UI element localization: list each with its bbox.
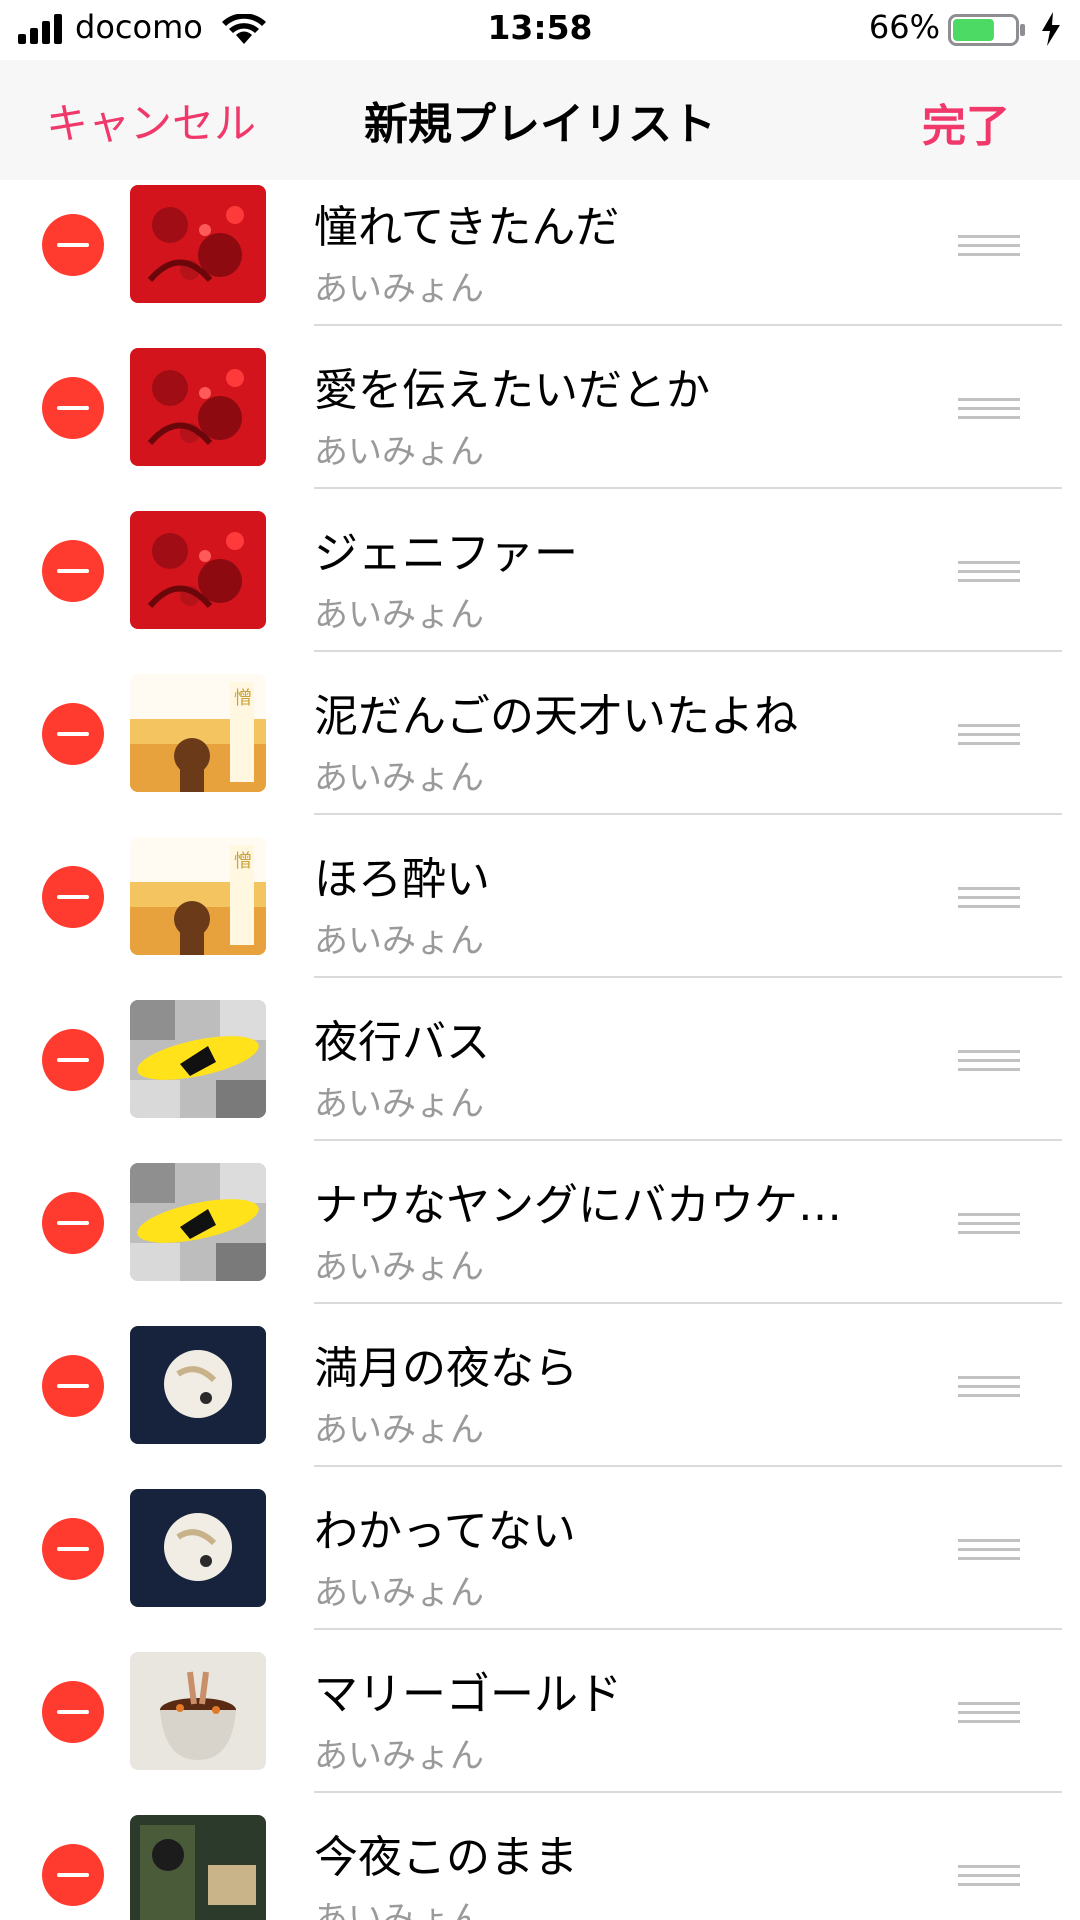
album-art-red-cover (130, 185, 266, 303)
reorder-handle-icon[interactable] (958, 398, 1020, 420)
song-title: 満月の夜なら (314, 1343, 578, 1394)
artist-name: あいみょん (314, 758, 484, 798)
song-title: わかってない (314, 1506, 576, 1557)
reorder-handle-icon[interactable] (958, 887, 1020, 909)
artist-name: あいみょん (314, 1410, 484, 1450)
delete-button[interactable] (42, 702, 104, 765)
song-title: ほろ酔い (314, 854, 490, 905)
album-art-red-cover (130, 511, 266, 629)
delete-button[interactable] (42, 376, 104, 439)
album-art-sunset-cover: 憎 (130, 674, 266, 792)
page-title: 新規プレイリスト (364, 99, 716, 150)
delete-button[interactable] (42, 539, 104, 602)
artist-name: あいみょん (314, 1247, 484, 1287)
list-item[interactable]: マリーゴールド あいみょん (0, 1630, 1080, 1793)
reorder-handle-icon[interactable] (958, 724, 1020, 746)
album-art-pot-cover (130, 1652, 266, 1770)
album-art-yellow-collage-cover (130, 1163, 266, 1281)
artist-name: あいみょん (314, 1899, 484, 1920)
delete-button[interactable] (42, 213, 104, 276)
delete-button[interactable] (42, 1843, 104, 1906)
song-title: ナウなヤングにバカウケ… (314, 1180, 842, 1231)
reorder-handle-icon[interactable] (958, 235, 1020, 257)
list-item[interactable]: 夜行バス あいみょん (0, 978, 1080, 1141)
artist-name: あいみょん (314, 1573, 484, 1613)
battery-icon (948, 14, 1025, 46)
reorder-handle-icon[interactable] (958, 1050, 1020, 1072)
reorder-handle-icon[interactable] (958, 1213, 1020, 1235)
svg-text:憎: 憎 (234, 688, 252, 709)
artist-name: あいみょん (314, 595, 484, 635)
artist-name: あいみょん (314, 1084, 484, 1124)
album-art-moon-cover (130, 1326, 266, 1444)
reorder-handle-icon[interactable] (958, 1702, 1020, 1724)
list-item[interactable]: 憧れてきたんだ あいみょん (0, 180, 1080, 326)
delete-button[interactable] (42, 1191, 104, 1254)
song-title: 憧れてきたんだ (314, 202, 620, 253)
charging-bolt-icon (1042, 12, 1060, 46)
album-art-film-cover (130, 1815, 266, 1920)
battery-percent: 66% (868, 8, 940, 46)
reorder-handle-icon[interactable] (958, 1376, 1020, 1398)
artist-name: あいみょん (314, 432, 484, 472)
artist-name: あいみょん (314, 921, 484, 961)
navigation-bar: キャンセル 新規プレイリスト 完了 (0, 60, 1080, 180)
song-title: 今夜このまま (314, 1832, 578, 1883)
list-item[interactable]: 愛を伝えたいだとか あいみょん (0, 326, 1080, 489)
song-title: ジェニファー (314, 528, 578, 579)
delete-button[interactable] (42, 1680, 104, 1743)
song-title: 愛を伝えたいだとか (314, 365, 710, 416)
song-title: 泥だんごの天才いたよね (314, 691, 798, 742)
reorder-handle-icon[interactable] (958, 1865, 1020, 1887)
delete-button[interactable] (42, 865, 104, 928)
song-list-content: 憧れてきたんだ あいみょん 愛を伝えたいだとか あいみょん ジェニファー あいみ… (0, 180, 1080, 1920)
list-item[interactable]: 憎 ほろ酔い あいみょん (0, 815, 1080, 978)
list-item[interactable]: わかってない あいみょん (0, 1467, 1080, 1630)
reorder-handle-icon[interactable] (958, 561, 1020, 583)
delete-button[interactable] (42, 1354, 104, 1417)
list-item[interactable]: ナウなヤングにバカウケ… あいみょん (0, 1141, 1080, 1304)
reorder-handle-icon[interactable] (958, 1539, 1020, 1561)
artist-name: あいみょん (314, 269, 484, 309)
song-list[interactable]: 憧れてきたんだ あいみょん 愛を伝えたいだとか あいみょん ジェニファー あいみ… (0, 180, 1080, 1920)
artist-name: あいみょん (314, 1736, 484, 1776)
song-title: マリーゴールド (314, 1669, 622, 1720)
list-item[interactable]: 憎 泥だんごの天才いたよね あいみょん (0, 652, 1080, 815)
delete-button[interactable] (42, 1517, 104, 1580)
list-item[interactable]: 満月の夜なら あいみょん (0, 1304, 1080, 1467)
status-bar: docomo 13:58 66% (0, 0, 1080, 60)
album-art-red-cover (130, 348, 266, 466)
list-item[interactable]: ジェニファー あいみょん (0, 489, 1080, 652)
album-art-moon-cover (130, 1489, 266, 1607)
song-title: 夜行バス (314, 1017, 490, 1068)
album-art-yellow-collage-cover (130, 1000, 266, 1118)
album-art-sunset-cover: 憎 (130, 837, 266, 955)
svg-text:憎: 憎 (234, 851, 252, 872)
done-button[interactable]: 完了 (922, 90, 1010, 154)
list-item[interactable]: 今夜このまま あいみょん (0, 1793, 1080, 1920)
delete-button[interactable] (42, 1028, 104, 1091)
